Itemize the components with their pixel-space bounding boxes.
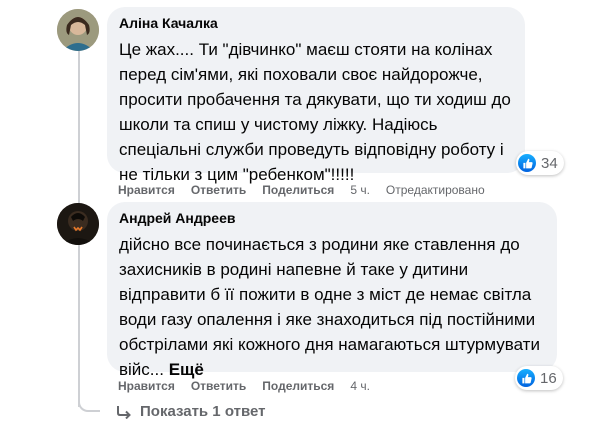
reactions-badge[interactable]: 16 [515,366,563,390]
avatar[interactable] [57,9,99,51]
reply-arrow-icon [117,405,131,419]
like-icon [518,154,536,172]
reaction-count: 16 [540,369,557,387]
like-icon [517,369,535,387]
comment-text: дійсно все починається з родини яке став… [119,232,549,382]
comment-text-content: дійсно все починається з родини яке став… [119,235,540,379]
edited-label: Отредактировано [385,183,485,197]
like-button[interactable]: Нравится [118,183,175,197]
reply-button[interactable]: Ответить [191,183,246,197]
share-button[interactable]: Поделиться [262,183,334,197]
comment-bubble: Андрей Андреев дійсно все починається з … [107,202,557,379]
comment-time[interactable]: 5 ч. [350,183,370,197]
thread-connector [78,398,100,412]
show-replies-label: Показать 1 ответ [140,403,266,420]
reaction-count: 34 [541,154,558,172]
comment-actions: Нравится Ответить Поделиться 4 ч. [118,379,386,393]
comment-author[interactable]: Аліна Качалка [119,15,218,31]
see-more-link[interactable]: Ещё [169,360,204,379]
show-replies-link[interactable]: Показать 1 ответ [116,403,265,420]
comment-bubble: Аліна Качалка Це жах.... Ти "дівчинко" м… [107,7,525,184]
comment-time[interactable]: 4 ч. [350,379,370,393]
reply-button[interactable]: Ответить [191,379,246,393]
reactions-badge[interactable]: 34 [516,151,564,175]
comment-author[interactable]: Андрей Андреев [119,210,235,226]
avatar[interactable] [57,203,99,245]
share-button[interactable]: Поделиться [262,379,334,393]
comment-actions: Нравится Ответить Поделиться 5 ч. Отреда… [118,183,501,197]
like-button[interactable]: Нравится [118,379,175,393]
comment-text: Це жах.... Ти "дівчинко" маєш стояти на … [119,40,511,184]
